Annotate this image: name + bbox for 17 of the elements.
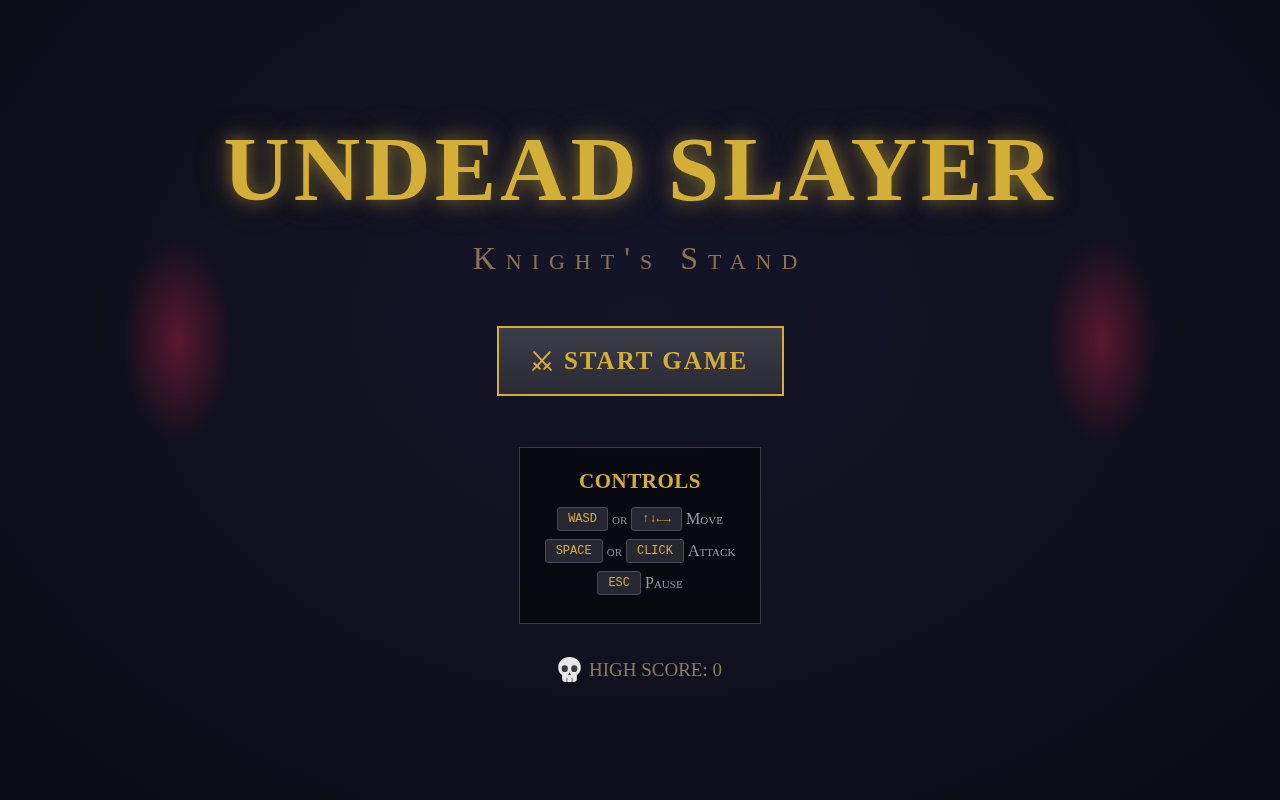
- keyboard-key: ↑↓←→: [631, 507, 683, 531]
- game-subtitle: Knight's Stand: [472, 242, 808, 274]
- controls-title: CONTROLS: [579, 469, 701, 493]
- crossed-swords-icon: [531, 351, 552, 371]
- keyboard-key: CLICK: [625, 539, 684, 563]
- keyboard-key: ESC: [597, 571, 641, 595]
- separator-text: or: [611, 510, 628, 528]
- keyboard-key: SPACE: [544, 539, 603, 563]
- high-score-text: HIGH SCORE: 0: [589, 658, 722, 681]
- skull-icon: [558, 657, 581, 682]
- start-game-button[interactable]: START GAME: [496, 326, 784, 396]
- game-title: UNDEAD SLAYER: [223, 123, 1057, 215]
- action-label: Pause: [645, 574, 683, 592]
- keyboard-key: WASD: [557, 507, 608, 531]
- action-label: Move: [686, 510, 723, 528]
- action-label: Attack: [688, 542, 736, 560]
- separator-text: or: [606, 542, 622, 560]
